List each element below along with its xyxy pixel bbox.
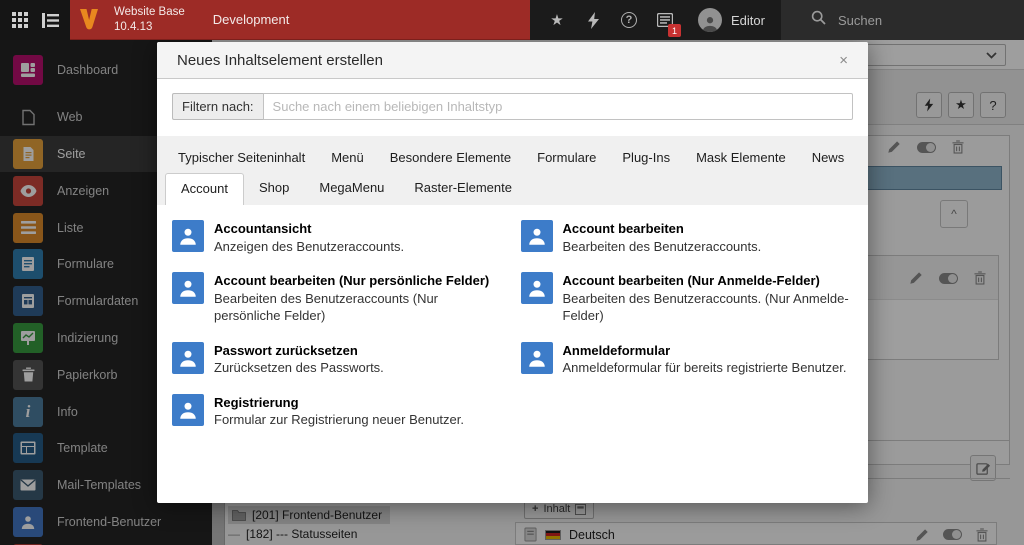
tab-megamenu[interactable]: MegaMenu [304,173,399,205]
tab-row-1: Typischer Seiteninhalt Menü Besondere El… [165,144,860,171]
ce-item-anmeldeformular[interactable]: AnmeldeformularAnmeldeformular für berei… [521,342,854,377]
user-icon [172,342,204,374]
filter-label: Filtern nach: [172,93,263,120]
ce-title: Account bearbeiten (Nur persönliche Feld… [214,272,505,290]
search-label: Suchen [838,13,882,28]
ce-title: Anmeldeformular [563,342,847,360]
ce-desc: Formular zur Registrierung neuer Benutze… [214,411,464,429]
tab-raster-elemente[interactable]: Raster-Elemente [399,173,527,205]
ce-desc: Anmeldeformular für bereits registrierte… [563,359,847,377]
tab-plug-ins[interactable]: Plug-Ins [609,144,683,171]
user-menu[interactable]: Editor [690,0,781,40]
tab-typischer-seiteninhalt[interactable]: Typischer Seiteninhalt [165,144,318,171]
module-menu-toggle-icon[interactable] [10,10,30,30]
user-icon [172,394,204,426]
tab-news[interactable]: News [799,144,858,171]
tab-formulare[interactable]: Formulare [524,144,609,171]
topbar: Website Base 10.4.13 Development ★ ? 1 E… [0,0,1024,40]
ce-desc: Anzeigen des Benutzeraccounts. [214,238,404,256]
user-icon [172,220,204,252]
systeminfo-icon[interactable]: 1 [654,9,676,31]
ce-title: Account bearbeiten (Nur Anmelde-Felder) [563,272,854,290]
tab-besondere-elemente[interactable]: Besondere Elemente [377,144,524,171]
help-icon[interactable]: ? [618,9,640,31]
filter-input[interactable] [263,93,853,120]
ce-desc: Bearbeiten des Benutzeraccounts (Nur per… [214,290,505,325]
notification-badge: 1 [668,24,681,37]
tab-account[interactable]: Account [165,173,244,205]
ce-title: Passwort zurücksetzen [214,342,384,360]
topbar-search[interactable]: Suchen [781,0,1024,40]
environment-label: Development [213,12,290,27]
tab-row-2: Account Shop MegaMenu Raster-Elemente [165,173,860,205]
avatar [698,8,722,32]
modal-title: Neues Inhaltselement erstellen [177,52,383,69]
new-content-element-modal: Neues Inhaltselement erstellen × Filtern… [157,42,868,503]
tab-mask-elemente[interactable]: Mask Elemente [683,144,799,171]
help-question-glyph: ? [621,12,637,28]
ce-item-account-bearbeiten-anmelde[interactable]: Account bearbeiten (Nur Anmelde-Felder)B… [521,272,854,325]
clear-cache-bolt-icon[interactable] [582,9,604,31]
tab-shop[interactable]: Shop [244,173,304,205]
bookmark-star-icon[interactable]: ★ [546,9,568,31]
user-icon [521,342,553,374]
user-icon [521,220,553,252]
filter-group: Filtern nach: [172,93,853,120]
content-element-list: AccountansichtAnzeigen des Benutzeraccou… [157,205,868,429]
ce-item-passwort-zuruecksetzen[interactable]: Passwort zurücksetzenZurücksetzen des Pa… [172,342,505,377]
ce-title: Registrierung [214,394,464,412]
ce-item-account-bearbeiten-persoenlich[interactable]: Account bearbeiten (Nur persönliche Feld… [172,272,505,325]
content-type-tabs: Typischer Seiteninhalt Menü Besondere El… [157,136,868,205]
topbar-right: ★ ? 1 Editor Suchen [530,0,1024,40]
modal-header: Neues Inhaltselement erstellen × [157,42,868,79]
topbar-tools: ★ ? 1 [530,0,690,40]
ce-desc: Bearbeiten des Benutzeraccounts. (Nur An… [563,290,854,325]
user-name-label: Editor [731,13,765,28]
ce-title: Accountansicht [214,220,404,238]
site-name: Website Base 10.4.13 [114,5,185,34]
ce-item-account-bearbeiten[interactable]: Account bearbeitenBearbeiten des Benutze… [521,220,854,255]
ce-title: Account bearbeiten [563,220,762,238]
typo3-logo-icon [78,8,100,32]
search-icon [811,10,826,30]
topbar-left [0,0,70,40]
ce-item-accountansicht[interactable]: AccountansichtAnzeigen des Benutzeraccou… [172,220,505,255]
ce-desc: Zurücksetzen des Passworts. [214,359,384,377]
pagetree-toggle-icon[interactable] [40,10,60,30]
user-icon [521,272,553,304]
tab-menu[interactable]: Menü [318,144,377,171]
close-icon[interactable]: × [839,53,848,68]
user-icon [172,272,204,304]
topbar-sitename-area[interactable]: Website Base 10.4.13 Development [70,0,530,40]
ce-desc: Bearbeiten des Benutzeraccounts. [563,238,762,256]
ce-item-registrierung[interactable]: RegistrierungFormular zur Registrierung … [172,394,505,429]
